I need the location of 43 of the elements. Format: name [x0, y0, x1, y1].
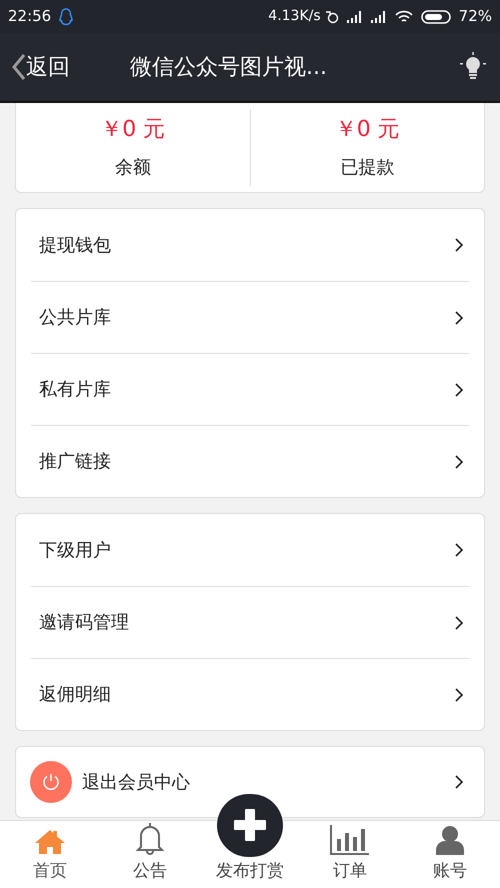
sync-icon: [324, 10, 339, 24]
chevron-right-icon: [455, 238, 463, 252]
menu-item[interactable]: 推广链接: [31, 425, 469, 497]
chevron-right-icon: [455, 382, 463, 396]
nav-tab[interactable]: 订单: [300, 821, 400, 888]
menu-item[interactable]: 邀请码管理: [31, 586, 469, 658]
chevron-right-icon: [455, 543, 463, 557]
back-icon: [12, 53, 26, 81]
user-icon: [435, 824, 465, 854]
menu-item[interactable]: 私有片库: [31, 353, 469, 425]
bar-chart-icon: [330, 824, 370, 854]
chevron-right-icon: [455, 616, 463, 630]
nav-tab[interactable]: 账号: [400, 821, 500, 888]
back-button[interactable]: 返回: [12, 50, 122, 84]
amount-text: ￥0 元: [100, 116, 166, 144]
amount-text: ￥0 元: [334, 116, 400, 144]
battery-percent-text: 72%: [458, 6, 492, 28]
bell-icon: [134, 820, 166, 854]
wifi-icon: [394, 10, 413, 24]
signal-icon: [370, 10, 387, 22]
amount-label: 余额: [114, 156, 151, 180]
chevron-right-icon: [455, 454, 463, 468]
network-speed-text: 4.13K/s: [268, 7, 321, 26]
battery-icon: [420, 10, 451, 24]
penguin-icon: [59, 8, 74, 26]
signal-icon: [346, 10, 363, 22]
chevron-right-icon: [455, 310, 463, 324]
page-title: 微信公众号图片视...: [130, 54, 327, 82]
plus-icon: [233, 808, 267, 842]
amount-label: 已提款: [340, 156, 394, 180]
chevron-right-icon: [455, 775, 463, 789]
menu-item[interactable]: 返佣明细: [31, 658, 469, 730]
home-icon: [34, 828, 66, 854]
nav-tab[interactable]: 公告: [100, 821, 200, 888]
menu-item[interactable]: 提现钱包: [31, 209, 469, 281]
clock-text: 22:56: [8, 6, 52, 28]
logout-item[interactable]: 退出会员中心: [15, 746, 485, 818]
menu-item[interactable]: 下级用户: [31, 514, 469, 586]
menu-item[interactable]: 公共片库: [31, 281, 469, 353]
nav-tab[interactable]: 首页: [0, 821, 100, 888]
lightbulb-icon[interactable]: [458, 52, 488, 82]
power-icon: [30, 761, 72, 803]
chevron-right-icon: [455, 688, 463, 702]
